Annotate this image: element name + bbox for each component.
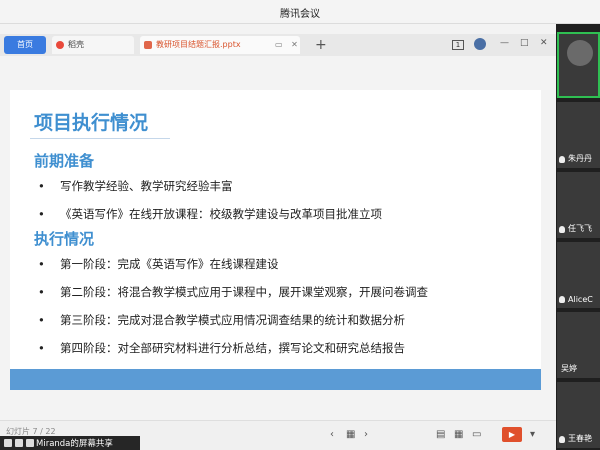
zoom-dropdown-icon[interactable]: ▾ [530, 429, 535, 440]
new-tab-button[interactable]: + [315, 36, 327, 54]
user-avatar-icon[interactable] [474, 38, 486, 50]
maximize-icon[interactable]: □ [520, 38, 529, 48]
mic-icon [559, 226, 565, 233]
tab-home[interactable]: 首页 [4, 36, 46, 54]
title-underline [30, 138, 170, 139]
shared-screen: 首页 稻壳 教研项目结题汇报.pptx ▭ ✕ + 1 — □ ✕ 项目执行情况… [0, 24, 556, 450]
bullet-item: • 《英语写作》在线开放课程：校级教学建设与改革项目批准立项 [38, 207, 382, 221]
meeting-title: 腾讯会议 [280, 9, 320, 20]
slide-canvas: 项目执行情况 前期准备 • 写作教学经验、教学研究经验丰富 • 《英语写作》在线开放… [10, 90, 541, 390]
share-label: Miranda的屏幕共享 [36, 439, 113, 449]
annotate-icon[interactable] [15, 439, 23, 447]
participant-tile[interactable] [557, 32, 600, 98]
minimize-icon[interactable]: — [500, 38, 509, 48]
mic-icon [559, 296, 565, 303]
tab-pptx-label: 教研项目结题汇报.pptx [156, 40, 241, 49]
bullet-item: • 第四阶段：对全部研究材料进行分析总结，撰写论文和研究总结报告 [38, 341, 405, 355]
slide-footer-band [10, 369, 541, 390]
share-screen-icon [4, 439, 12, 447]
section-heading-prep: 前期准备 [34, 152, 95, 170]
prev-slide-icon[interactable]: ‹ [330, 429, 334, 440]
daoke-icon [56, 41, 64, 49]
mic-icon [559, 436, 565, 443]
bullet-item: • 写作教学经验、教学研究经验丰富 [38, 179, 233, 193]
screen-share-banner: Miranda的屏幕共享 [0, 436, 140, 450]
participant-name: 王春艳 [568, 434, 592, 443]
close-icon[interactable]: ✕ [540, 38, 548, 48]
participant-tile[interactable]: 任飞飞 [557, 172, 600, 238]
bullet-item: • 第一阶段：完成《英语写作》在线课程建设 [38, 257, 279, 271]
wps-tab-bar: 首页 稻壳 教研项目结题汇报.pptx ▭ ✕ + 1 — □ ✕ [0, 34, 556, 56]
participant-name: AliceC [568, 295, 593, 304]
next-slide-icon[interactable]: › [364, 429, 368, 440]
participant-name: 任飞飞 [568, 224, 592, 233]
window-count-badge[interactable]: 1 [452, 40, 464, 50]
normal-view-icon[interactable]: ▤ [436, 429, 445, 440]
participant-name: 吴婷 [561, 364, 577, 373]
participant-tile[interactable]: 王春艳 [557, 382, 600, 448]
slide-list-icon[interactable]: ▦ [346, 429, 355, 440]
avatar [567, 40, 593, 66]
ppt-file-icon [144, 41, 152, 49]
sorter-view-icon[interactable]: ▦ [454, 429, 463, 440]
participant-tile[interactable]: 吴婷 [557, 312, 600, 378]
slide-title: 项目执行情况 [34, 112, 149, 134]
section-heading-exec: 执行情况 [34, 230, 95, 248]
participant-tile[interactable]: AliceC [557, 242, 600, 308]
mic-icon [559, 156, 565, 163]
reading-view-icon[interactable]: ▭ [472, 429, 481, 440]
tab-daoke[interactable]: 稻壳 [52, 36, 134, 54]
tab-daoke-label: 稻壳 [68, 40, 84, 49]
tab-tool-icons[interactable]: ▭ ✕ [275, 40, 301, 49]
bullet-item: • 第三阶段：完成对混合教学模式应用情况调查结果的统计和数据分析 [38, 313, 405, 327]
participant-name: 朱丹丹 [568, 154, 592, 163]
more-icon[interactable] [26, 439, 34, 447]
meeting-title-bar: 腾讯会议 [0, 0, 600, 24]
play-slideshow-button[interactable]: ▶ [502, 427, 522, 442]
bullet-item: • 第二阶段：将混合教学模式应用于课程中，展开课堂观察，开展问卷调查 [38, 285, 428, 299]
participants-panel: 朱丹丹 任飞飞 AliceC 吴婷 王春艳 [556, 24, 600, 450]
participant-tile[interactable]: 朱丹丹 [557, 102, 600, 168]
